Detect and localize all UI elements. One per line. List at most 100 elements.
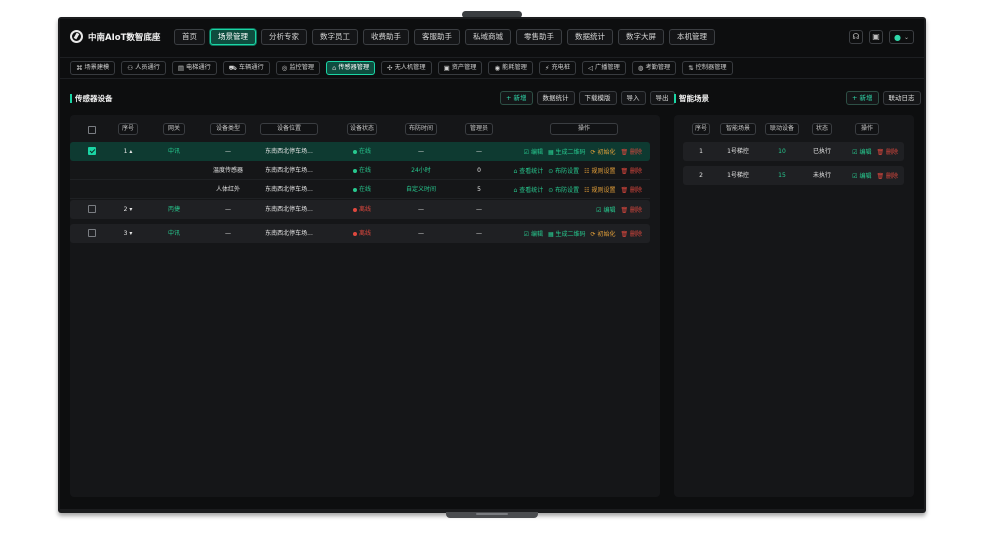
row-checkbox[interactable]	[88, 147, 96, 155]
row-actions: ⌂ 查看统计 ⊙ 布防设置 ☷ 规则设置 🗑 删除	[514, 161, 642, 180]
action-1[interactable]: 🗑 删除	[620, 205, 642, 214]
device-status: 离线	[347, 224, 377, 243]
linked-devices: 10	[778, 148, 786, 155]
nav-tab-7[interactable]: 零售助手	[516, 29, 562, 45]
action-3[interactable]: 🗑 删除	[620, 147, 642, 156]
select-all-checkbox[interactable]	[88, 126, 96, 134]
admin-name: —	[476, 206, 482, 213]
defense-time: —	[418, 148, 424, 155]
action-1[interactable]: ▦ 生成二维码	[548, 229, 586, 238]
linkage-log-button[interactable]: 联动日志	[882, 91, 921, 105]
download-template-button[interactable]: 下载模版	[578, 91, 617, 105]
defense-time: —	[418, 206, 424, 213]
subnav-item-9[interactable]: ⚡ 充电桩	[538, 61, 577, 75]
action-1[interactable]: ⊙ 布防设置	[548, 185, 579, 194]
window-icon[interactable]: ▣	[868, 30, 883, 44]
device-location: 东南西北停车场...	[265, 148, 313, 155]
nav-tab-8[interactable]: 数据统计	[567, 29, 613, 45]
subnav-item-10[interactable]: ◁ 广播管理	[582, 61, 626, 75]
subnav-icon: ▤	[177, 64, 184, 72]
table-row[interactable]: 3 ▾ 中讯 — 东南西北停车场... 离线 — — ☑ 编辑 ▦ 生成二维码 ⟳ 初始化 🗑 删除	[70, 224, 650, 243]
subnav-item-2[interactable]: ▤ 电梯通行	[171, 61, 217, 75]
nav-tab-3[interactable]: 数字员工	[312, 29, 358, 45]
device-type: —	[225, 230, 231, 237]
table-header-3: 设备位置	[260, 123, 318, 135]
subnav-item-11[interactable]: ◍ 考勤管理	[631, 61, 677, 75]
table-row[interactable]: 1 ▴ 中讯 — 东南西北停车场... 在线 — — ☑ 编辑 ▦ 生成二维码 ⟳ 初始化 🗑 删除	[70, 142, 650, 161]
subnav-item-7[interactable]: ▣ 资产管理	[437, 61, 483, 75]
nav-tab-1[interactable]: 场景管理	[210, 29, 256, 45]
table-header-0: 序号	[118, 123, 138, 135]
table-header-7: 操作	[550, 123, 618, 135]
action-0[interactable]: ☑ 编辑	[524, 147, 543, 156]
nav-tab-5[interactable]: 客服助手	[414, 29, 460, 45]
scene-actions: ☑ 编辑 🗑 删除	[852, 166, 898, 185]
action-3[interactable]: 🗑 删除	[620, 166, 642, 175]
admin-name: —	[476, 230, 482, 237]
subnav-item-4[interactable]: ◎ 监控管理	[275, 61, 321, 75]
scene-section-title: 智能场景	[674, 93, 709, 104]
action-2[interactable]: ☷ 规则设置	[584, 185, 615, 194]
action-0[interactable]: ☑ 编辑	[596, 205, 615, 214]
scene-number: 2	[699, 172, 703, 179]
nav-tab-2[interactable]: 分析专家	[261, 29, 307, 45]
action-3[interactable]: 🗑 删除	[620, 185, 642, 194]
table-subrow[interactable]: 人体红外 东南西北停车场... 在线 自定义时间 5 ⌂ 查看统计 ⊙ 布防设置 ☷ 规则设置…	[70, 180, 650, 199]
subnav-label: 能耗管理	[502, 64, 527, 71]
gateway-name: 丙捷	[167, 206, 180, 213]
nav-tab-10[interactable]: 本机管理	[669, 29, 715, 45]
action-2[interactable]: ⟳ 初始化	[591, 147, 616, 156]
device-type: 人体红外	[215, 186, 240, 193]
action-0[interactable]: ☑ 编辑	[524, 229, 543, 238]
nav-tab-0[interactable]: 首页	[174, 29, 205, 45]
nav-tab-9[interactable]: 数字大屏	[618, 29, 664, 45]
subnav-icon: ⚡	[544, 64, 550, 72]
table-row[interactable]: 2 ▾ 丙捷 — 东南西北停车场... 离线 — — ☑ 编辑 🗑 删除	[70, 200, 650, 219]
admin-name: —	[476, 148, 482, 155]
logo-icon	[70, 30, 83, 43]
action-2[interactable]: ⟳ 初始化	[591, 229, 616, 238]
add-scene-button[interactable]: + 新增	[846, 91, 879, 105]
row-checkbox[interactable]	[88, 229, 96, 237]
action-1[interactable]: ⊙ 布防设置	[548, 166, 579, 175]
subnav-item-6[interactable]: ✣ 无人机管理	[381, 61, 432, 75]
subnav-item-8[interactable]: ◉ 能耗管理	[488, 61, 533, 75]
action-2[interactable]: ☷ 规则设置	[584, 166, 615, 175]
admin-count: 0	[477, 167, 481, 174]
action-0[interactable]: ⌂ 查看统计	[514, 166, 544, 175]
subnav-label: 电梯通行	[185, 64, 211, 71]
import-button[interactable]: 导入	[620, 91, 646, 105]
scene-action-1[interactable]: 🗑 删除	[876, 147, 898, 156]
subnav-item-0[interactable]: ⌘ 场景建模	[70, 61, 116, 75]
subnav-icon: ◁	[588, 64, 594, 72]
subnav-item-3[interactable]: ⛟ 车辆通行	[222, 61, 270, 75]
scene-row[interactable]: 1 1号梯控 10 已执行 ☑ 编辑 🗑 删除	[683, 142, 904, 161]
sub-nav-list: ⌘ 场景建模 ⚇ 人员通行 ▤ 电梯通行 ⛟ 车辆通行 ◎ 监控管理 ⌂ 传感器管理 ✣ 无人机管理 ▣ 资产…	[70, 61, 733, 75]
nav-tab-4[interactable]: 收费助手	[363, 29, 409, 45]
subnav-label: 广播管理	[595, 64, 620, 71]
status-badge: 在线	[352, 161, 371, 180]
status-badge: 在线	[352, 180, 371, 199]
scene-header-4: 操作	[855, 123, 879, 135]
subnav-item-12[interactable]: ⇅ 控制器管理	[682, 61, 733, 75]
table-subrow[interactable]: 温度传感器 东南西北停车场... 在线 24小时 0 ⌂ 查看统计 ⊙ 布防设置 ☷ 规则设置…	[70, 161, 650, 180]
scene-row[interactable]: 2 1号梯控 15 未执行 ☑ 编辑 🗑 删除	[683, 166, 904, 185]
nav-tab-6[interactable]: 私域商城	[465, 29, 511, 45]
app-logo[interactable]: 中南AIoT数智底座	[70, 30, 160, 43]
user-menu[interactable]: ● ⌄	[888, 30, 914, 44]
add-sensor-button[interactable]: + 新增	[500, 91, 533, 105]
action-0[interactable]: ⌂ 查看统计	[514, 185, 544, 194]
scene-action-0[interactable]: ☑ 编辑	[852, 171, 871, 180]
data-stats-button[interactable]: 数据统计	[536, 91, 575, 105]
subnav-item-1[interactable]: ⚇ 人员通行	[121, 61, 166, 75]
scene-action-0[interactable]: ☑ 编辑	[852, 147, 871, 156]
headset-icon[interactable]: ☊	[848, 30, 863, 44]
action-1[interactable]: ▦ 生成二维码	[548, 147, 586, 156]
status-badge: 离线	[352, 224, 371, 243]
subnav-item-5[interactable]: ⌂ 传感器管理	[326, 61, 376, 75]
sub-navigation: ⌘ 场景建模 ⚇ 人员通行 ▤ 电梯通行 ⛟ 车辆通行 ◎ 监控管理 ⌂ 传感器管理 ✣ 无人机管理 ▣ 资产…	[60, 57, 924, 79]
scene-action-1[interactable]: 🗑 删除	[876, 171, 898, 180]
action-3[interactable]: 🗑 删除	[620, 229, 642, 238]
export-button[interactable]: 导出	[649, 91, 675, 105]
row-checkbox[interactable]	[88, 205, 96, 213]
